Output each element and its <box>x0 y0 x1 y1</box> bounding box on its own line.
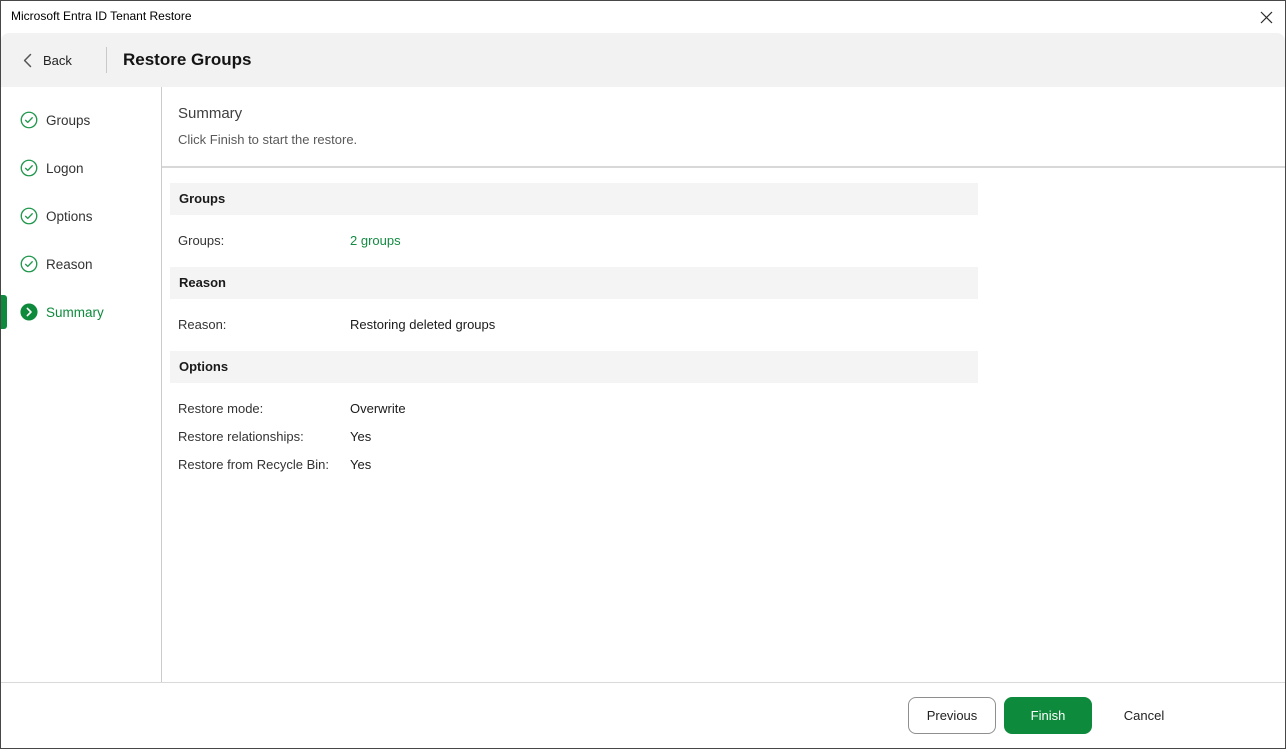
sidebar-item-label: Logon <box>46 161 84 176</box>
summary-row: Restore relationships: Yes <box>170 423 978 451</box>
sidebar-item-label: Summary <box>46 305 104 320</box>
row-value: Yes <box>350 451 371 479</box>
row-value: Restoring deleted groups <box>350 311 495 339</box>
previous-button[interactable]: Previous <box>908 697 996 734</box>
close-button[interactable] <box>1255 6 1277 28</box>
sidebar-item-logon[interactable]: Logon <box>1 144 161 192</box>
section-rows: Groups: 2 groups <box>170 227 978 255</box>
step-subheading: Click Finish to start the restore. <box>178 132 357 147</box>
finish-button[interactable]: Finish <box>1004 697 1092 734</box>
window-titlebar: Microsoft Entra ID Tenant Restore <box>1 1 1285 33</box>
chevron-left-icon <box>23 53 32 68</box>
cancel-button[interactable]: Cancel <box>1100 697 1188 734</box>
summary-row: Reason: Restoring deleted groups <box>170 311 978 339</box>
check-circle-icon <box>20 111 38 129</box>
sidebar-item-label: Options <box>46 209 93 224</box>
sidebar-item-options[interactable]: Options <box>1 192 161 240</box>
window-title: Microsoft Entra ID Tenant Restore <box>11 9 192 23</box>
section-header-options: Options <box>170 351 978 383</box>
wizard-header: Back Restore Groups <box>1 33 1285 87</box>
row-value: Yes <box>350 423 371 451</box>
wizard-steps-sidebar: Groups Logon Options Reason Summary <box>1 87 161 682</box>
row-label: Reason: <box>170 311 350 339</box>
section-rows: Reason: Restoring deleted groups <box>170 311 978 339</box>
sidebar-item-reason[interactable]: Reason <box>1 240 161 288</box>
close-icon <box>1260 11 1273 24</box>
summary-step-content: Summary Click Finish to start the restor… <box>162 87 1285 682</box>
arrow-circle-icon <box>20 303 38 321</box>
groups-count-link[interactable]: 2 groups <box>350 227 401 255</box>
summary-row: Restore from Recycle Bin: Yes <box>170 451 978 479</box>
row-value: Overwrite <box>350 395 406 423</box>
check-circle-icon <box>20 207 38 225</box>
check-circle-icon <box>20 159 38 177</box>
section-header-reason: Reason <box>170 267 978 299</box>
sidebar-item-summary[interactable]: Summary <box>1 288 161 336</box>
summary-row: Groups: 2 groups <box>170 227 978 255</box>
summary-sections: Groups Groups: 2 groups Reason Reason: R… <box>170 183 978 491</box>
page-title: Restore Groups <box>123 33 251 87</box>
summary-row: Restore mode: Overwrite <box>170 395 978 423</box>
section-rows: Restore mode: Overwrite Restore relation… <box>170 395 978 479</box>
row-label: Restore mode: <box>170 395 350 423</box>
row-label: Restore from Recycle Bin: <box>170 451 350 479</box>
sidebar-item-label: Reason <box>46 257 93 272</box>
check-circle-icon <box>20 255 38 273</box>
row-label: Groups: <box>170 227 350 255</box>
active-step-indicator <box>1 295 7 329</box>
step-heading: Summary <box>178 105 242 122</box>
wizard-footer: Previous Finish Cancel <box>1 683 1285 748</box>
back-button[interactable]: Back <box>23 33 72 87</box>
row-label: Restore relationships: <box>170 423 350 451</box>
header-divider <box>106 47 107 73</box>
sidebar-item-label: Groups <box>46 113 90 128</box>
back-button-label: Back <box>43 53 72 68</box>
sidebar-item-groups[interactable]: Groups <box>1 96 161 144</box>
content-divider <box>162 166 1285 168</box>
section-header-groups: Groups <box>170 183 978 215</box>
